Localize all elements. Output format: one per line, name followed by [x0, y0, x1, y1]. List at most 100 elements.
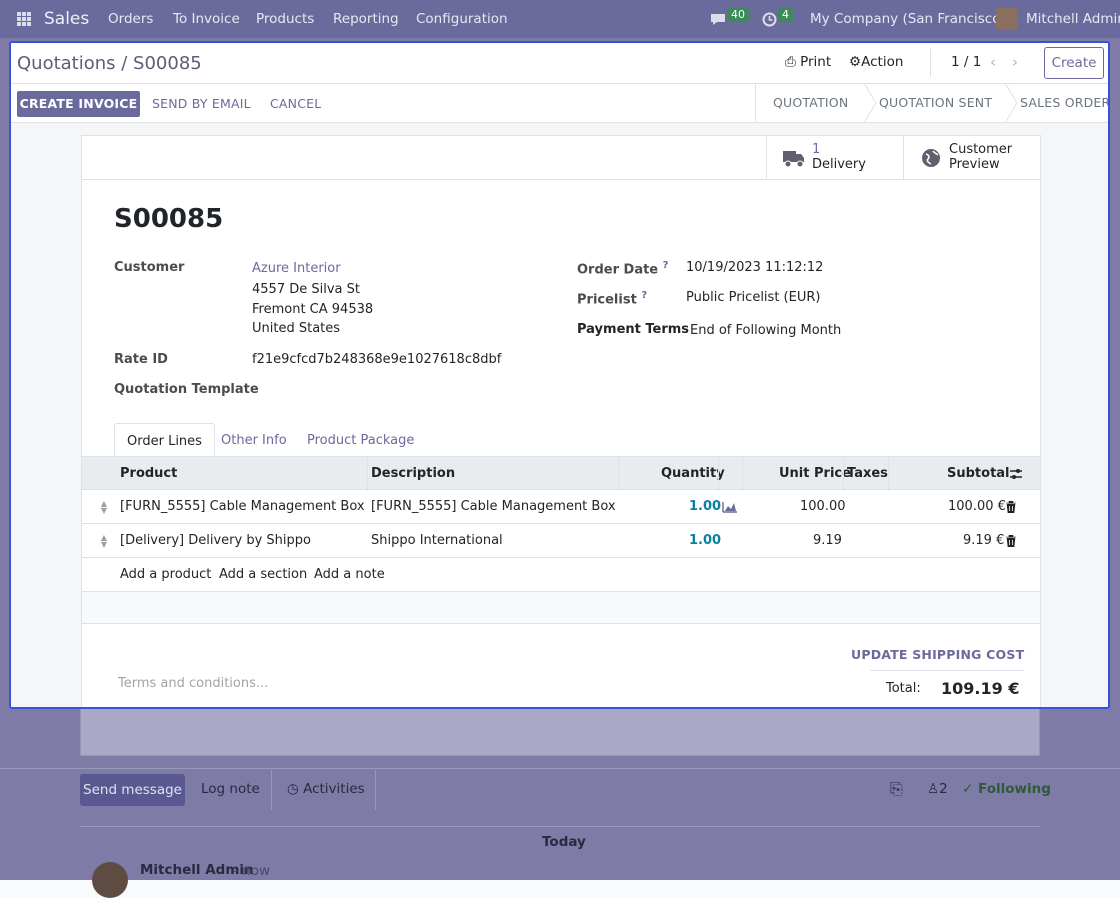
drag-handle-icon[interactable]: ▲ ▼: [100, 500, 108, 515]
activities-badge: 4: [778, 8, 793, 22]
user-menu[interactable]: Mitchell Admin: [1026, 11, 1120, 27]
menu-reporting[interactable]: Reporting: [333, 11, 399, 27]
column-product[interactable]: Product: [120, 457, 177, 491]
print-button[interactable]: ⎙ Print: [785, 54, 831, 70]
update-shipping-cost-button[interactable]: UPDATE SHIPPING COST: [851, 647, 1024, 662]
unit-price-cell[interactable]: 100.00: [800, 490, 846, 524]
breadcrumb[interactable]: Quotations / S00085: [17, 53, 202, 74]
add-product-link[interactable]: Add a product: [120, 558, 211, 592]
app-name[interactable]: Sales: [44, 9, 89, 29]
create-button[interactable]: Create: [1044, 47, 1104, 79]
gear-icon: ⚙: [849, 54, 862, 70]
description-cell[interactable]: Shippo International: [371, 524, 503, 558]
tab-order-lines[interactable]: Order Lines: [114, 423, 215, 458]
divider: [718, 457, 719, 491]
divider: [843, 457, 844, 491]
order-date-value[interactable]: 10/19/2023 11:12:12: [686, 260, 823, 275]
truck-icon: [783, 151, 804, 168]
column-quantity[interactable]: Quantity: [661, 457, 725, 491]
quotation-template-label: Quotation Template: [114, 382, 259, 397]
divider: [930, 49, 931, 77]
pricelist-label: Pricelist ?: [577, 290, 647, 307]
messages-icon[interactable]: [709, 12, 727, 27]
messages-badge: 40: [727, 8, 749, 22]
paperclip-icon: ⎘: [890, 779, 903, 798]
following-label: Following: [978, 781, 1051, 797]
total-label: Total:: [886, 681, 921, 696]
menu-orders[interactable]: Orders: [108, 11, 153, 27]
menu-configuration[interactable]: Configuration: [416, 11, 508, 27]
tab-product-package[interactable]: Product Package: [295, 423, 426, 458]
quantity-cell[interactable]: 1.00: [689, 524, 721, 558]
company-switcher[interactable]: My Company (San Francisco): [810, 11, 1006, 27]
send-message-button: Send message: [80, 774, 185, 806]
optional-columns-icon[interactable]: [1009, 467, 1023, 481]
action-button[interactable]: ⚙Action: [849, 54, 903, 70]
pager-value[interactable]: 1 / 1: [951, 54, 981, 70]
product-cell[interactable]: [Delivery] Delivery by Shippo: [120, 524, 311, 558]
chevron-right-icon[interactable]: ›: [1012, 53, 1018, 71]
followers-count-value: 2: [939, 781, 948, 797]
pricelist-value[interactable]: Public Pricelist (EUR): [686, 290, 820, 305]
pricelist-label-text: Pricelist: [577, 292, 637, 308]
delivery-count: 1: [812, 142, 821, 157]
author-avatar: [92, 862, 128, 898]
quotation-template-field[interactable]: [252, 378, 552, 400]
unit-price-cell[interactable]: 9.19: [813, 524, 842, 558]
divider: [375, 770, 376, 810]
divider: [0, 768, 1120, 769]
clock-icon[interactable]: [762, 12, 777, 27]
delivery-smart-button[interactable]: 1 Delivery: [766, 136, 903, 180]
column-taxes[interactable]: Taxes: [847, 457, 888, 491]
divider: [618, 457, 619, 491]
send-by-email-button[interactable]: SEND BY EMAIL: [152, 96, 251, 111]
stage-sales-order[interactable]: SALES ORDER: [1020, 83, 1108, 123]
following-status: ✓ Following: [962, 781, 1051, 797]
chevron-left-icon[interactable]: ‹: [990, 53, 996, 71]
add-note-link[interactable]: Add a note: [314, 558, 385, 592]
preview-label-line2: Preview: [949, 157, 1000, 172]
user-avatar[interactable]: [996, 8, 1018, 30]
customer-link[interactable]: Azure Interior: [252, 261, 341, 276]
stage-quotation-sent[interactable]: QUOTATION SENT: [879, 83, 992, 123]
help-icon[interactable]: ?: [663, 260, 669, 271]
rate-id-value[interactable]: f21e9cfcd7b248368e9e1027618c8dbf: [252, 352, 501, 367]
add-section-link[interactable]: Add a section: [219, 558, 307, 592]
divider: [80, 826, 1040, 827]
help-icon[interactable]: ?: [641, 290, 647, 301]
today-label: Today: [542, 834, 586, 850]
app-menu-icon[interactable]: [17, 12, 31, 26]
cancel-button[interactable]: CANCEL: [270, 96, 321, 111]
menu-products[interactable]: Products: [256, 11, 314, 27]
divider: [367, 457, 368, 491]
table-row[interactable]: ▲ ▼ [FURN_5555] Cable Management Box [FUR…: [82, 490, 1040, 524]
terms-and-conditions-input[interactable]: Terms and conditions...: [118, 676, 268, 691]
stage-arrow-icon: [1004, 83, 1018, 123]
subtotal-cell: 9.19 €: [963, 533, 1005, 548]
create-invoice-button[interactable]: CREATE INVOICE: [17, 91, 140, 117]
message-time: - now: [233, 863, 271, 879]
table-row[interactable]: ▲ ▼ [Delivery] Delivery by Shippo Shippo …: [82, 524, 1040, 558]
column-unit-price[interactable]: Unit Price: [779, 457, 851, 491]
add-line-row: Add a product Add a section Add a note: [82, 558, 1040, 592]
trash-icon[interactable]: [1006, 501, 1016, 513]
drag-handle-icon[interactable]: ▲ ▼: [100, 534, 108, 549]
payment-terms-value[interactable]: End of Following Month: [690, 323, 841, 338]
rate-id-label: Rate ID: [114, 352, 168, 367]
column-description[interactable]: Description: [371, 457, 455, 491]
quotation-dialog: Quotations / S00085 ⎙ Print ⚙Action 1 / …: [9, 41, 1110, 709]
column-subtotal[interactable]: Subtotal: [947, 457, 1010, 491]
check-icon: ✓: [962, 781, 979, 797]
form-sheet: 1 Delivery Customer Preview S00085 Custo…: [81, 135, 1041, 707]
quantity-cell[interactable]: 1.00: [689, 490, 721, 524]
description-cell[interactable]: [FURN_5555] Cable Management Box: [371, 490, 616, 524]
divider: [742, 457, 743, 491]
trash-icon[interactable]: [1006, 535, 1016, 547]
stage-quotation[interactable]: QUOTATION: [773, 83, 848, 123]
print-label: Print: [800, 54, 832, 70]
menu-to-invoice[interactable]: To Invoice: [173, 11, 240, 27]
product-cell[interactable]: [FURN_5555] Cable Management Box: [120, 490, 365, 524]
customer-preview-button[interactable]: Customer Preview: [903, 136, 1040, 180]
tab-other-info[interactable]: Other Info: [209, 423, 299, 458]
forecast-chart-icon[interactable]: [722, 500, 738, 513]
